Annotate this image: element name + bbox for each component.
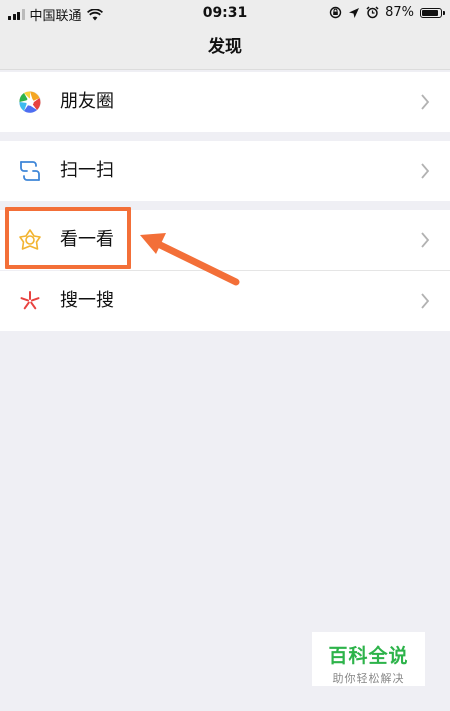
scan-icon xyxy=(20,161,40,181)
page-title: 发现 xyxy=(208,37,242,57)
chevron-right-icon xyxy=(421,163,430,179)
search-star-icon xyxy=(20,291,40,310)
chevron-right-icon xyxy=(421,293,430,309)
pointer-arrow-icon xyxy=(140,233,240,286)
menu-item-scan[interactable]: 扫一扫 xyxy=(0,141,450,201)
menu-item-label: 扫一扫 xyxy=(60,160,114,181)
rotation-lock-icon xyxy=(329,6,342,19)
menu-item-label: 搜一搜 xyxy=(60,290,114,311)
status-bar: 中国联通 09:31 87% xyxy=(0,0,450,26)
menu-item-moments[interactable]: 朋友圈 xyxy=(0,72,450,132)
battery-icon xyxy=(420,7,445,18)
alarm-icon xyxy=(366,6,379,19)
chevron-right-icon xyxy=(421,232,430,248)
watermark-subtitle: 助你轻松解决 xyxy=(332,672,405,685)
watermark-title: 百科全说 xyxy=(328,645,409,667)
chevron-right-icon xyxy=(421,94,430,110)
watermark-logo: 百科全说 助你轻松解决 xyxy=(312,632,425,686)
moments-aperture-icon xyxy=(19,91,41,113)
nav-bar: 发现 xyxy=(0,26,450,70)
highlight-box xyxy=(5,207,131,269)
battery-level xyxy=(422,9,438,16)
battery-percent: 87% xyxy=(385,5,414,20)
menu-item-label: 朋友圈 xyxy=(60,91,114,112)
location-arrow-icon xyxy=(349,7,360,18)
status-right: 87% xyxy=(329,5,445,20)
